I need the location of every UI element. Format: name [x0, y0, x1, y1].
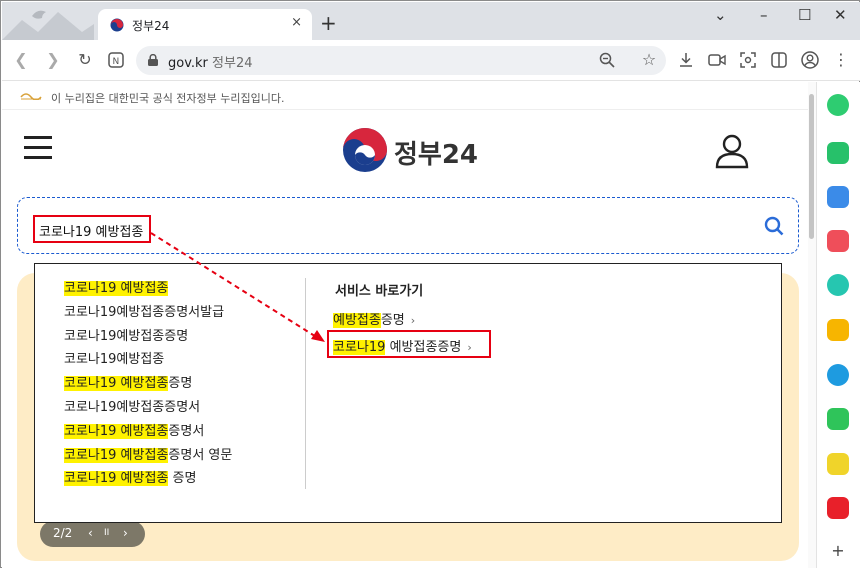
split-screen-icon[interactable]	[768, 49, 790, 71]
vertical-scrollbar[interactable]	[808, 82, 816, 568]
tab-close-icon[interactable]: ×	[291, 15, 302, 30]
edge-icon[interactable]	[827, 364, 849, 386]
new-tab-page-icon[interactable]: N	[105, 49, 127, 71]
suggestion-item[interactable]: 코로나19예방접종증명	[64, 325, 232, 349]
svg-text:N: N	[113, 57, 120, 67]
pager-count: 2/2	[53, 526, 73, 540]
minimize-button[interactable]: –	[760, 6, 768, 24]
url-text: gov.kr 정부24	[168, 52, 253, 71]
briefcase-icon[interactable]	[827, 186, 849, 208]
add-panel-icon[interactable]: +	[827, 540, 849, 562]
tab-strip: 정부24 × + ⌄ – ☐ ✕	[2, 2, 860, 40]
service-link-vaccination-cert[interactable]: 예방접종증명 ›	[333, 309, 415, 328]
play-icon[interactable]	[827, 274, 849, 296]
favorites-icon[interactable]: ☆	[638, 49, 660, 71]
suggestion-item[interactable]: 코로나19 예방접종 증명	[64, 467, 232, 491]
close-window-button[interactable]: ✕	[834, 6, 847, 24]
reload-icon[interactable]: ↻	[74, 49, 96, 71]
star-icon[interactable]	[827, 319, 849, 341]
suggestion-item[interactable]: 코로나19 예방접종증명	[64, 372, 232, 396]
gov24-logo-icon	[343, 128, 387, 172]
service-shortcut-title: 서비스 바로가기	[335, 284, 424, 299]
highlight-box	[327, 330, 491, 358]
profile-icon[interactable]	[799, 49, 821, 71]
copilot-icon[interactable]	[827, 94, 849, 116]
download-icon[interactable]	[675, 49, 697, 71]
suggestion-item[interactable]: 코로나19예방접종	[64, 348, 232, 372]
autocomplete-dropdown: 코로나19 예방접종 코로나19예방접종증명서발급 코로나19예방접종증명 코로…	[34, 263, 782, 523]
address-bar[interactable]: gov.kr 정부24 ☆	[136, 46, 666, 75]
banner-pager: 2/2 ‹ II ›	[40, 521, 145, 547]
suggestion-item[interactable]: 코로나19예방접종증명서발급	[64, 301, 232, 325]
forward-icon[interactable]: ❯	[42, 49, 64, 71]
suggestion-item[interactable]: 코로나19예방접종증명서	[64, 396, 232, 420]
capture-icon[interactable]	[706, 49, 728, 71]
suggestion-item[interactable]: 코로나19 예방접종	[64, 277, 232, 301]
new-tab-button[interactable]: +	[320, 11, 337, 35]
gov-notice-bar: 이 누리집은 대한민국 공식 전자정부 누리집입니다.	[2, 82, 808, 110]
browser-side-panel: +	[816, 82, 860, 568]
pager-next-button[interactable]: ›	[123, 526, 128, 540]
restore-button[interactable]: ☐	[798, 6, 811, 24]
pocket-icon[interactable]	[827, 230, 849, 252]
browser-toolbar: ❮ ❯ ↻ N gov.kr 정부24 ☆ ⋮	[2, 40, 860, 81]
browser-window: 정부24 × + ⌄ – ☐ ✕ ❮ ❯ ↻ N gov.kr 정부24 ☆ ⋮…	[0, 0, 860, 568]
url-page-title: 정부24	[212, 56, 253, 71]
suggestion-list: 코로나19 예방접종 코로나19예방접종증명서발급 코로나19예방접종증명 코로…	[64, 277, 232, 491]
dropdown-divider	[305, 278, 306, 489]
notification-icon[interactable]	[827, 142, 849, 164]
search-input[interactable]: 코로나19 예방접종	[33, 215, 151, 243]
url-domain: gov.kr	[168, 56, 208, 71]
tab-strip-decoration	[2, 10, 94, 40]
search-box[interactable]: 코로나19 예방접종	[17, 197, 799, 254]
zoom-icon[interactable]	[596, 49, 618, 71]
chevron-right-icon: ›	[410, 314, 416, 327]
page-content: 이 누리집은 대한민국 공식 전자정부 누리집입니다. 정부24 코로나19 예…	[2, 82, 808, 568]
lock-icon	[148, 54, 158, 66]
gov-mark-icon	[20, 93, 42, 100]
now-icon[interactable]	[827, 497, 849, 519]
notes-icon[interactable]	[827, 453, 849, 475]
tab-list-icon[interactable]: ⌄	[714, 6, 727, 24]
suggestion-item[interactable]: 코로나19 예방접종증명서	[64, 420, 232, 444]
search-icon[interactable]	[764, 216, 784, 236]
pager-pause-button[interactable]: II	[104, 528, 109, 538]
gov24-favicon-icon	[110, 18, 124, 32]
webtoon-icon[interactable]	[827, 408, 849, 430]
tab-title: 정부24	[132, 19, 170, 33]
active-tab[interactable]: 정부24 ×	[98, 9, 312, 40]
screenshot-icon[interactable]	[737, 49, 759, 71]
gov-notice-text: 이 누리집은 대한민국 공식 전자정부 누리집입니다.	[51, 92, 285, 105]
scrollbar-thumb[interactable]	[809, 94, 814, 239]
user-login-icon[interactable]	[714, 133, 750, 169]
menu-hamburger-icon[interactable]	[24, 136, 54, 160]
browser-menu-icon[interactable]: ⋮	[830, 49, 852, 71]
back-icon[interactable]: ❮	[10, 49, 32, 71]
gov24-logo-text: 정부24	[394, 140, 479, 170]
suggestion-item[interactable]: 코로나19 예방접종증명서 영문	[64, 444, 232, 468]
pager-prev-button[interactable]: ‹	[88, 526, 93, 540]
